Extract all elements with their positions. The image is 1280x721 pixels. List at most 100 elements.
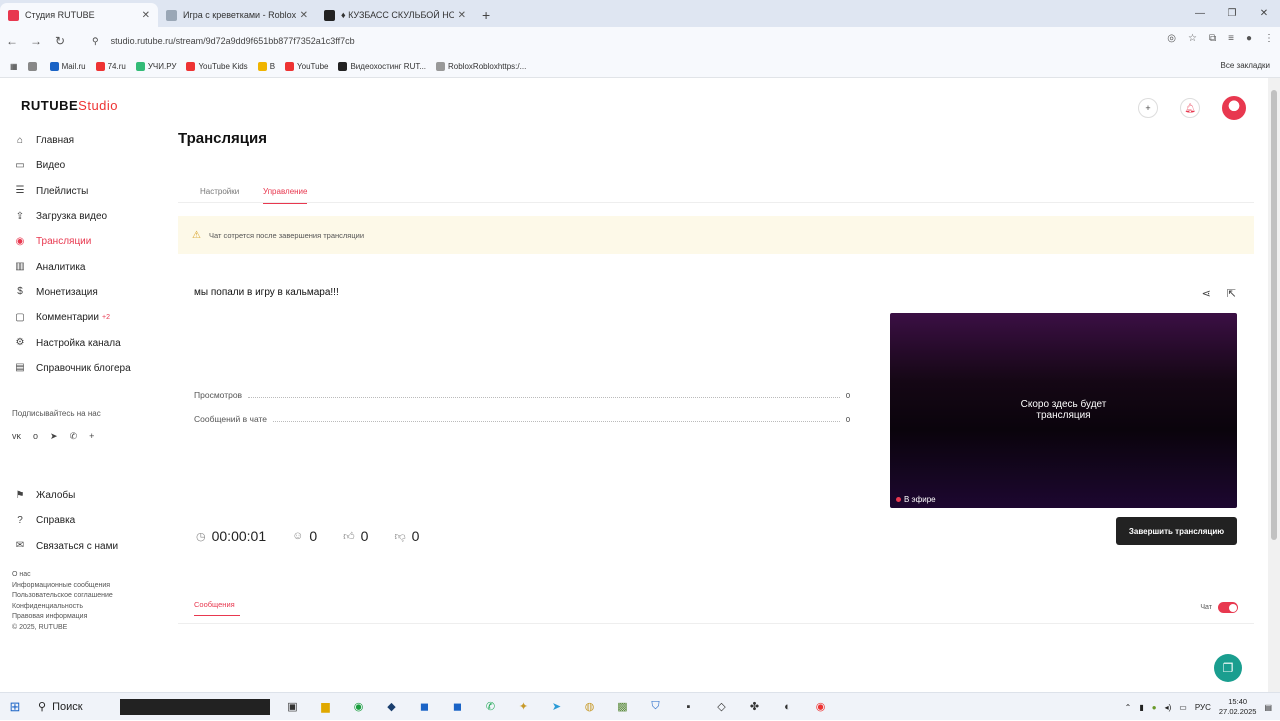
- scrollbar-thumb[interactable]: [1271, 90, 1277, 540]
- whatsapp-icon[interactable]: ✆: [474, 700, 507, 713]
- notifications-icon[interactable]: ▤: [1264, 703, 1272, 712]
- profile-icon[interactable]: ●: [1246, 33, 1252, 44]
- menu-icon[interactable]: ⋮: [1264, 33, 1274, 44]
- task-view-icon[interactable]: ▣: [276, 700, 309, 713]
- extensions-icon[interactable]: ⧉: [1209, 33, 1216, 44]
- vk-icon[interactable]: ᴠᴋ: [12, 431, 21, 442]
- scrollbar[interactable]: [1268, 78, 1280, 692]
- sidebar-item-money[interactable]: $ Монетизация: [14, 280, 131, 305]
- bookmark-item[interactable]: УЧИ.РУ: [135, 61, 176, 71]
- media-icon[interactable]: ≡: [1228, 33, 1234, 44]
- close-window-icon[interactable]: ✕: [1248, 0, 1280, 27]
- apps-icon[interactable]: ▦: [10, 62, 18, 71]
- windows-start-icon[interactable]: ⊞: [0, 699, 30, 715]
- chrome-icon[interactable]: ◉: [342, 700, 375, 713]
- taskbar-search[interactable]: ⚲ Поиск: [30, 700, 120, 714]
- sidebar-item-upload[interactable]: ⇪ Загрузка видео: [14, 204, 131, 229]
- eye-off-icon[interactable]: ◎: [1167, 33, 1176, 44]
- tab-settings[interactable]: Настройки: [200, 187, 239, 196]
- bell-icon[interactable]: 🔔︎: [1180, 98, 1200, 118]
- bookmark-item[interactable]: Видеохостинг RUT...: [338, 61, 426, 71]
- language-indicator[interactable]: РУС: [1195, 703, 1211, 712]
- telegram-icon[interactable]: ➤: [50, 431, 58, 442]
- video-player[interactable]: Скоро здесь будет трансляция В эфире: [890, 313, 1237, 508]
- telegram-icon[interactable]: ➤: [540, 700, 573, 713]
- chevron-up-icon[interactable]: ⌃: [1125, 703, 1132, 712]
- steam-icon[interactable]: ◆: [375, 700, 408, 713]
- close-tab-icon[interactable]: ✕: [458, 10, 466, 21]
- bookmark-item[interactable]: YouTube Kids: [186, 61, 248, 71]
- file-explorer-icon[interactable]: ▆: [309, 700, 342, 713]
- minimize-icon[interactable]: —: [1184, 0, 1216, 27]
- share-icon[interactable]: ⋖: [1202, 287, 1211, 300]
- plus-icon[interactable]: +: [89, 431, 94, 442]
- sidebar-item-playlist[interactable]: ☰ Плейлисты: [14, 179, 131, 204]
- footer-link[interactable]: Конфиденциальность: [12, 602, 113, 613]
- new-tab-button[interactable]: +: [474, 3, 498, 27]
- sidebar-item-video[interactable]: ▭ Видео: [14, 153, 131, 178]
- network-icon[interactable]: ●: [1152, 703, 1157, 712]
- restore-icon[interactable]: ❐: [1216, 0, 1248, 27]
- all-bookmarks[interactable]: Все закладки: [1221, 61, 1270, 70]
- star-icon[interactable]: ☆: [1188, 33, 1197, 44]
- sidebar-item-gear[interactable]: ⚙ Настройка канала: [14, 330, 131, 355]
- ok-icon[interactable]: ᴏ: [33, 431, 38, 442]
- bookmark-item[interactable]: 74.ru: [95, 61, 126, 71]
- sidebar-item-broadcast[interactable]: ◉ Трансляции: [14, 229, 131, 254]
- player-message-line: трансляция: [1036, 410, 1091, 421]
- close-tab-icon[interactable]: ✕: [300, 10, 308, 21]
- sidebar-item-analytics[interactable]: ▥ Аналитика: [14, 254, 131, 279]
- avatar[interactable]: [1222, 96, 1246, 120]
- app-icon[interactable]: ✤: [738, 700, 771, 713]
- browser-tab-roblox[interactable]: Игра с креветками - Roblox ✕: [158, 3, 316, 27]
- rutube-dark-favicon-icon: [324, 9, 335, 21]
- end-stream-button[interactable]: Завершить трансляцию: [1116, 517, 1237, 545]
- sidebar-item-home[interactable]: ⌂ Главная: [14, 128, 131, 153]
- address-bar[interactable]: ⚲ studio.rutube.ru/stream/9d72a9dd9f651b…: [82, 30, 1162, 52]
- roblox-icon[interactable]: ◇: [705, 700, 738, 713]
- sidebar-item-book[interactable]: ▤ Справочник блогера: [14, 356, 130, 381]
- site-info-icon[interactable]: ⚲: [92, 36, 99, 47]
- app-icon[interactable]: ◼: [408, 700, 441, 713]
- bookmark-item[interactable]: YouTube: [285, 61, 328, 71]
- battery-icon[interactable]: ▭: [1179, 703, 1187, 712]
- viber-icon[interactable]: ✆: [70, 431, 78, 442]
- game-icon[interactable]: ✦: [507, 700, 540, 713]
- sidebar-item-help[interactable]: ? Справка: [14, 508, 118, 533]
- rutube-studio-logo[interactable]: RUTUBEStudio: [21, 98, 118, 113]
- browser-tab-kuzbass[interactable]: ♦ КУЗБАСС СКУЛЬБОЙ НОВАЯ ✕: [316, 3, 474, 27]
- footer-link[interactable]: О нас: [12, 570, 113, 581]
- bookmark-item[interactable]: [27, 61, 40, 71]
- app-icon[interactable]: ◐: [771, 701, 804, 713]
- tab-messages[interactable]: Сообщения: [194, 600, 240, 616]
- store-icon[interactable]: ◼: [441, 700, 474, 713]
- sidebar-item-label: Настройка канала: [36, 337, 121, 349]
- open-external-icon[interactable]: ⇱: [1227, 287, 1236, 300]
- sidebar-item-comments[interactable]: ▢ Комментарии +2: [14, 305, 131, 330]
- app-icon[interactable]: ▪: [672, 701, 705, 713]
- app-icon[interactable]: ◍: [573, 700, 606, 713]
- bookmark-item[interactable]: RobloxRobloxhttps:/...: [436, 61, 526, 71]
- chat-toggle[interactable]: [1218, 602, 1238, 613]
- reload-icon[interactable]: ↻: [48, 34, 72, 48]
- shield-icon[interactable]: ⛉: [639, 700, 672, 713]
- close-tab-icon[interactable]: ✕: [142, 10, 150, 21]
- bookmark-item[interactable]: В: [257, 61, 275, 71]
- footer-link[interactable]: Информационные сообщения: [12, 581, 113, 592]
- back-icon[interactable]: ←: [0, 34, 24, 48]
- bookmark-item[interactable]: Mail.ru: [49, 61, 86, 71]
- sidebar-item-flag[interactable]: ⚑ Жалобы: [14, 483, 118, 508]
- minecraft-icon[interactable]: ▩: [606, 700, 639, 713]
- microphone-icon[interactable]: ▮: [1139, 703, 1143, 712]
- footer-link[interactable]: Правовая информация: [12, 612, 113, 623]
- sidebar-item-mail[interactable]: ✉ Связаться с нами: [14, 534, 118, 559]
- footer-link[interactable]: Пользовательское соглашение: [12, 591, 113, 602]
- add-icon[interactable]: +: [1138, 98, 1158, 118]
- clock[interactable]: 15:40 27.02.2025: [1219, 697, 1257, 717]
- tab-management[interactable]: Управление: [263, 187, 308, 204]
- browser-tab-rutube-studio[interactable]: Студия RUTUBE ✕: [0, 3, 158, 27]
- volume-icon[interactable]: ◂): [1165, 703, 1172, 712]
- forward-icon[interactable]: →: [24, 34, 48, 48]
- opera-icon[interactable]: ◉: [804, 700, 837, 713]
- support-chat-button[interactable]: ❐: [1214, 654, 1242, 682]
